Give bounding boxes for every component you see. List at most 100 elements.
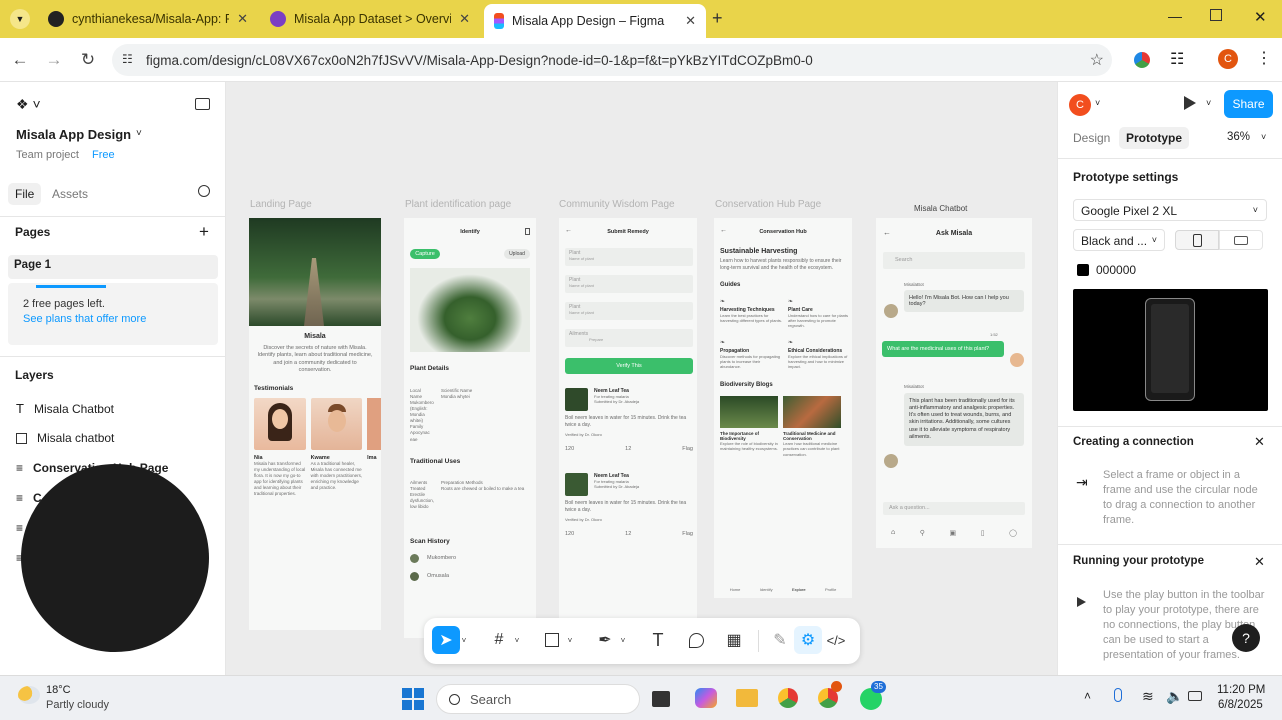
chrome-icon[interactable] xyxy=(778,688,798,708)
frame-title-identify[interactable]: Plant identification page xyxy=(405,199,511,210)
toggle-sidebar-icon[interactable] xyxy=(195,98,210,110)
tab-assets[interactable]: Assets xyxy=(52,187,88,201)
history-item[interactable]: Mukombero xyxy=(410,554,456,563)
weather-desc[interactable]: Partly cloudy xyxy=(46,699,109,711)
browser-menu-icon[interactable]: ⋮ xyxy=(1256,48,1272,68)
history-item[interactable]: Omusala xyxy=(410,572,449,581)
chevron-down-icon[interactable]: ˅ xyxy=(458,626,470,654)
browser-tab-figma[interactable]: Misala App Design – Figma ✕ xyxy=(484,4,706,38)
guide-card[interactable]: ❧ Propagation Discover methods for propaga… xyxy=(720,339,782,370)
chevron-down-icon[interactable]: ˅ xyxy=(511,626,523,654)
bookmark-star-icon[interactable]: ☆ xyxy=(1090,50,1104,70)
tab-design[interactable]: Design xyxy=(1073,131,1110,145)
new-tab-button[interactable]: + xyxy=(712,8,723,29)
volume-icon[interactable]: 🔈 xyxy=(1166,688,1183,705)
guide-card[interactable]: ❧ Harvesting Techniques Learn the best pra… xyxy=(720,298,782,329)
back-icon[interactable]: ← xyxy=(883,228,891,237)
blog-card[interactable]: The Importance of Biodiversity Explore th… xyxy=(720,395,778,457)
frame-tool-icon[interactable]: # xyxy=(485,626,513,654)
back-icon[interactable]: ← xyxy=(565,227,572,234)
rectangle-tool-icon[interactable] xyxy=(538,626,566,654)
ask-input[interactable]: Ask a question... xyxy=(883,502,1025,515)
frame-community[interactable]: ← Submit Remedy Plant Name of plant Plant… xyxy=(559,218,697,638)
chevron-down-icon[interactable]: ˅ xyxy=(136,128,142,139)
back-icon[interactable]: ← xyxy=(8,48,32,72)
frame-title-conservation[interactable]: Conservation Hub Page xyxy=(715,199,821,210)
site-info-icon[interactable]: ☷ xyxy=(122,52,133,66)
flag-button[interactable]: Flag xyxy=(682,446,693,453)
frame-identify[interactable]: Identify Capture Upload Plant Details Lo… xyxy=(404,218,536,638)
camera-icon[interactable]: ▣ xyxy=(950,529,957,537)
flag-button[interactable]: Flag xyxy=(682,531,693,538)
nav-profile[interactable]: Profile xyxy=(825,587,836,592)
move-tool-button[interactable]: ➤ xyxy=(432,626,460,654)
page-item-current[interactable]: Page 1 xyxy=(8,255,218,279)
like-count[interactable]: 120 xyxy=(565,531,574,538)
background-swatch[interactable] xyxy=(1077,264,1089,276)
frame-title-landing[interactable]: Landing Page xyxy=(250,199,312,210)
close-window-icon[interactable]: ✕ xyxy=(1254,8,1267,26)
clock-time[interactable]: 11:20 PM xyxy=(1217,684,1265,696)
close-tab-icon[interactable]: ✕ xyxy=(237,11,248,27)
windows-start-icon[interactable] xyxy=(402,688,424,710)
browser-tab-github[interactable]: cynthianekesa/Misala-App: Fina ✕ xyxy=(38,4,258,34)
close-tab-icon[interactable]: ✕ xyxy=(459,11,470,27)
close-icon[interactable]: ✕ xyxy=(1254,554,1265,570)
task-view-icon[interactable] xyxy=(652,691,670,707)
text-tool-icon[interactable]: T xyxy=(644,626,672,654)
file-explorer-icon[interactable] xyxy=(736,689,758,707)
share-button[interactable]: Share xyxy=(1224,90,1273,118)
bookmark-icon[interactable]: ▯ xyxy=(981,529,985,537)
device-select[interactable]: Google Pixel 2 XL ˅ xyxy=(1073,199,1267,221)
zoom-level[interactable]: 36% xyxy=(1227,131,1250,143)
actions-icon[interactable]: ▦ xyxy=(720,626,748,654)
extension-icon[interactable] xyxy=(1134,52,1150,68)
upload-button[interactable]: Upload xyxy=(504,249,530,259)
ailments-field[interactable]: Ailments Prepare xyxy=(565,329,693,347)
layer-row[interactable]: Misala chatbot xyxy=(16,431,114,445)
weather-icon[interactable] xyxy=(18,686,40,704)
wifi-icon[interactable]: ≋ xyxy=(1142,688,1154,705)
chevron-down-icon[interactable]: ˅ xyxy=(1206,98,1211,108)
search-icon[interactable] xyxy=(198,185,210,197)
draw-mode-icon[interactable]: ✎ xyxy=(766,626,794,654)
maximize-window-icon[interactable] xyxy=(1210,9,1222,21)
verify-button[interactable]: Verify This xyxy=(565,358,693,374)
help-button[interactable]: ? xyxy=(1232,624,1260,652)
design-mode-icon[interactable]: ⚙ xyxy=(794,626,822,654)
frame-title-chatbot[interactable]: Misala Chatbot xyxy=(914,204,967,213)
microphone-icon[interactable] xyxy=(1114,688,1122,702)
capture-button[interactable]: Capture xyxy=(410,249,440,259)
pen-tool-icon[interactable]: ✒ xyxy=(591,626,619,654)
browser-tab-dataset[interactable]: Misala App Dataset > Overview ✕ xyxy=(260,4,480,34)
present-play-icon[interactable] xyxy=(1184,96,1196,110)
blog-card[interactable]: Traditional Medicine and Conservation Lea… xyxy=(783,395,841,457)
figma-main-menu-icon[interactable]: ❖ ˅ xyxy=(16,96,41,113)
home-icon[interactable]: ⌂ xyxy=(891,529,895,537)
profile-avatar[interactable]: C xyxy=(1218,49,1238,69)
frame-conservation[interactable]: ← Conservation Hub Sustainable Harvestin… xyxy=(714,218,852,598)
like-count[interactable]: 120 xyxy=(565,446,574,453)
layer-row[interactable]: T Misala Chatbot xyxy=(16,401,114,416)
tray-expand-icon[interactable]: ˄ xyxy=(1084,689,1091,703)
chevron-down-icon[interactable]: ˅ xyxy=(564,626,576,654)
model-select[interactable]: Black and ... ˅ xyxy=(1073,229,1165,251)
plant-field[interactable]: Plant Name of plant xyxy=(565,302,693,320)
weather-temp[interactable]: 18°C xyxy=(46,684,71,696)
add-page-icon[interactable]: + xyxy=(199,222,209,242)
nav-identify[interactable]: Identify xyxy=(760,587,773,592)
user-icon[interactable]: ◯ xyxy=(1009,529,1017,537)
frame-title-community[interactable]: Community Wisdom Page xyxy=(559,199,675,210)
nav-explore[interactable]: Explore xyxy=(792,587,806,592)
taskbar-search[interactable]: Search xyxy=(436,684,640,714)
tab-search-button[interactable]: ▼ xyxy=(10,9,30,29)
dev-mode-icon[interactable]: </> xyxy=(822,626,850,654)
guide-card[interactable]: ❧ Plant Care Understand how to care for pl… xyxy=(788,298,850,329)
frame-chatbot[interactable]: ← Ask Misala Search MisalaBot Hello! I'm… xyxy=(876,218,1032,548)
forward-icon[interactable]: → xyxy=(42,48,66,72)
close-tab-icon[interactable]: ✕ xyxy=(685,13,696,29)
tab-prototype[interactable]: Prototype xyxy=(1119,127,1190,149)
orientation-portrait-button[interactable] xyxy=(1175,230,1219,250)
minimize-window-icon[interactable]: — xyxy=(1168,8,1182,24)
tab-file[interactable]: File xyxy=(8,183,42,205)
